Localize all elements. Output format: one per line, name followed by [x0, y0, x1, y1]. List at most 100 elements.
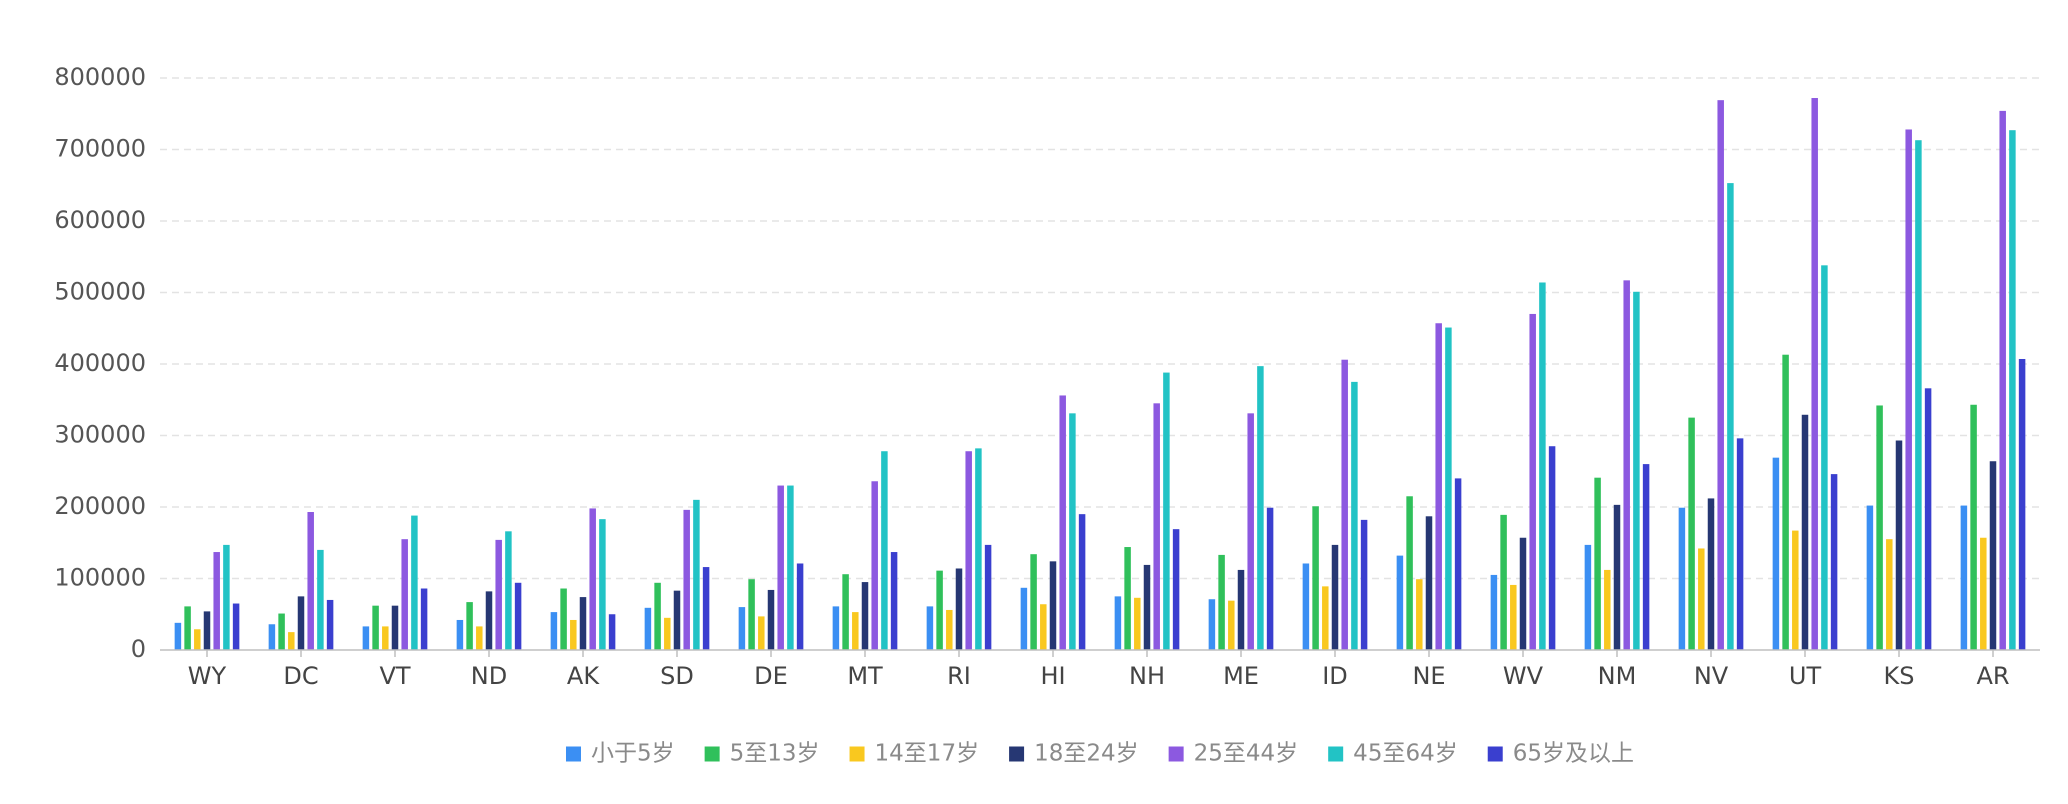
bar-DC-7[interactable]	[326, 599, 334, 650]
bar-WY-4[interactable]	[203, 611, 211, 650]
bar-NM-7[interactable]	[1642, 464, 1650, 650]
bar-NH-7[interactable]	[1172, 529, 1180, 650]
bar-UT-1[interactable]	[1772, 457, 1780, 650]
legend-item[interactable]: 25至44岁	[1168, 741, 1299, 767]
bar-ND-4[interactable]	[485, 591, 493, 650]
bar-MT-6[interactable]	[881, 451, 888, 650]
bar-NM-6[interactable]	[1633, 291, 1640, 650]
bar-ID-1[interactable]	[1302, 563, 1310, 650]
bar-RI-7[interactable]	[984, 544, 992, 650]
bar-KS-2[interactable]	[1876, 405, 1883, 650]
bar-NV-1[interactable]	[1678, 507, 1686, 650]
bar-UT-5[interactable]	[1811, 98, 1818, 650]
bar-ND-7[interactable]	[514, 582, 522, 650]
bar-ME-1[interactable]	[1208, 599, 1216, 650]
bar-DE-7[interactable]	[796, 563, 804, 650]
bar-AK-4[interactable]	[579, 597, 587, 650]
bar-ME-2[interactable]	[1218, 554, 1225, 650]
bar-NH-6[interactable]	[1163, 372, 1170, 650]
bar-AR-5[interactable]	[1999, 110, 2006, 650]
bar-NV-4[interactable]	[1707, 498, 1715, 650]
bar-WV-6[interactable]	[1539, 282, 1546, 650]
bar-SD-6[interactable]	[693, 499, 700, 650]
bar-DE-2[interactable]	[748, 579, 755, 650]
bar-ID-2[interactable]	[1312, 506, 1319, 650]
bar-SD-2[interactable]	[654, 582, 661, 650]
bar-RI-5[interactable]	[965, 451, 972, 650]
bar-NH-5[interactable]	[1153, 403, 1160, 650]
bar-NE-5[interactable]	[1435, 323, 1442, 650]
bar-VT-3[interactable]	[382, 626, 389, 650]
bar-NE-1[interactable]	[1396, 555, 1404, 650]
bar-DC-3[interactable]	[288, 632, 295, 650]
bar-HI-2[interactable]	[1030, 554, 1037, 650]
bar-UT-4[interactable]	[1801, 414, 1809, 650]
bar-SD-5[interactable]	[683, 509, 690, 650]
bar-DE-5[interactable]	[777, 485, 784, 650]
bar-MT-5[interactable]	[871, 481, 878, 650]
bar-HI-3[interactable]	[1040, 604, 1047, 650]
bar-MT-2[interactable]	[842, 574, 849, 650]
legend-item[interactable]: 14至17岁	[849, 741, 980, 767]
bar-DE-1[interactable]	[738, 607, 746, 650]
bar-WV-1[interactable]	[1490, 574, 1498, 650]
bar-WV-4[interactable]	[1519, 537, 1527, 650]
bar-NV-3[interactable]	[1698, 548, 1705, 650]
bar-DE-6[interactable]	[787, 485, 794, 650]
bar-AK-2[interactable]	[560, 588, 567, 650]
bar-HI-6[interactable]	[1069, 413, 1076, 650]
legend-item[interactable]: 5至13岁	[704, 741, 820, 767]
bar-WV-3[interactable]	[1510, 584, 1517, 650]
bar-SD-4[interactable]	[673, 590, 681, 650]
bar-AK-1[interactable]	[550, 612, 558, 650]
bar-NV-5[interactable]	[1717, 100, 1724, 651]
bar-VT-2[interactable]	[372, 605, 379, 650]
bar-VT-1[interactable]	[362, 626, 370, 650]
bar-RI-6[interactable]	[975, 448, 982, 650]
bar-NE-2[interactable]	[1406, 496, 1413, 650]
bar-NV-7[interactable]	[1736, 438, 1744, 650]
bar-KS-4[interactable]	[1895, 440, 1903, 650]
bar-SD-3[interactable]	[664, 617, 671, 650]
bar-NH-3[interactable]	[1134, 597, 1141, 650]
bar-DC-4[interactable]	[297, 596, 305, 650]
bar-RI-2[interactable]	[936, 570, 943, 650]
bar-UT-3[interactable]	[1792, 530, 1799, 650]
bar-DC-6[interactable]	[317, 549, 324, 650]
bar-ID-3[interactable]	[1322, 586, 1329, 650]
bar-ME-6[interactable]	[1257, 366, 1264, 650]
bar-AR-4[interactable]	[1989, 461, 1997, 650]
bar-NM-3[interactable]	[1604, 569, 1611, 650]
bar-WY-1[interactable]	[174, 622, 182, 650]
bar-NM-5[interactable]	[1623, 280, 1630, 650]
bar-HI-7[interactable]	[1078, 514, 1086, 650]
bar-AR-3[interactable]	[1980, 537, 1987, 650]
bar-MT-3[interactable]	[852, 612, 859, 650]
bar-RI-3[interactable]	[946, 609, 953, 650]
bar-KS-5[interactable]	[1905, 129, 1912, 651]
bar-NH-4[interactable]	[1143, 564, 1151, 650]
bar-WV-2[interactable]	[1500, 514, 1507, 650]
bar-ND-5[interactable]	[495, 539, 502, 650]
bar-WY-3[interactable]	[194, 629, 201, 650]
bar-UT-7[interactable]	[1830, 474, 1838, 650]
bar-WY-6[interactable]	[223, 544, 230, 650]
legend-item[interactable]: 小于5岁	[565, 741, 675, 767]
bar-NE-4[interactable]	[1425, 516, 1433, 650]
legend-item[interactable]: 45至64岁	[1328, 741, 1458, 767]
bar-NH-2[interactable]	[1124, 547, 1131, 650]
bar-WY-2[interactable]	[184, 606, 191, 650]
legend-item[interactable]: 65岁及以上	[1487, 741, 1634, 767]
bar-KS-3[interactable]	[1886, 539, 1893, 650]
bar-ND-1[interactable]	[456, 619, 464, 650]
bar-AK-3[interactable]	[570, 619, 577, 650]
bar-ID-4[interactable]	[1331, 544, 1339, 650]
bar-WV-5[interactable]	[1529, 313, 1536, 650]
bar-RI-1[interactable]	[926, 606, 934, 650]
bar-ND-3[interactable]	[476, 626, 483, 650]
bar-ID-7[interactable]	[1360, 519, 1368, 650]
bar-NE-7[interactable]	[1454, 478, 1462, 650]
bar-NE-3[interactable]	[1416, 579, 1423, 650]
bar-MT-7[interactable]	[890, 552, 898, 650]
bar-RI-4[interactable]	[955, 568, 963, 650]
